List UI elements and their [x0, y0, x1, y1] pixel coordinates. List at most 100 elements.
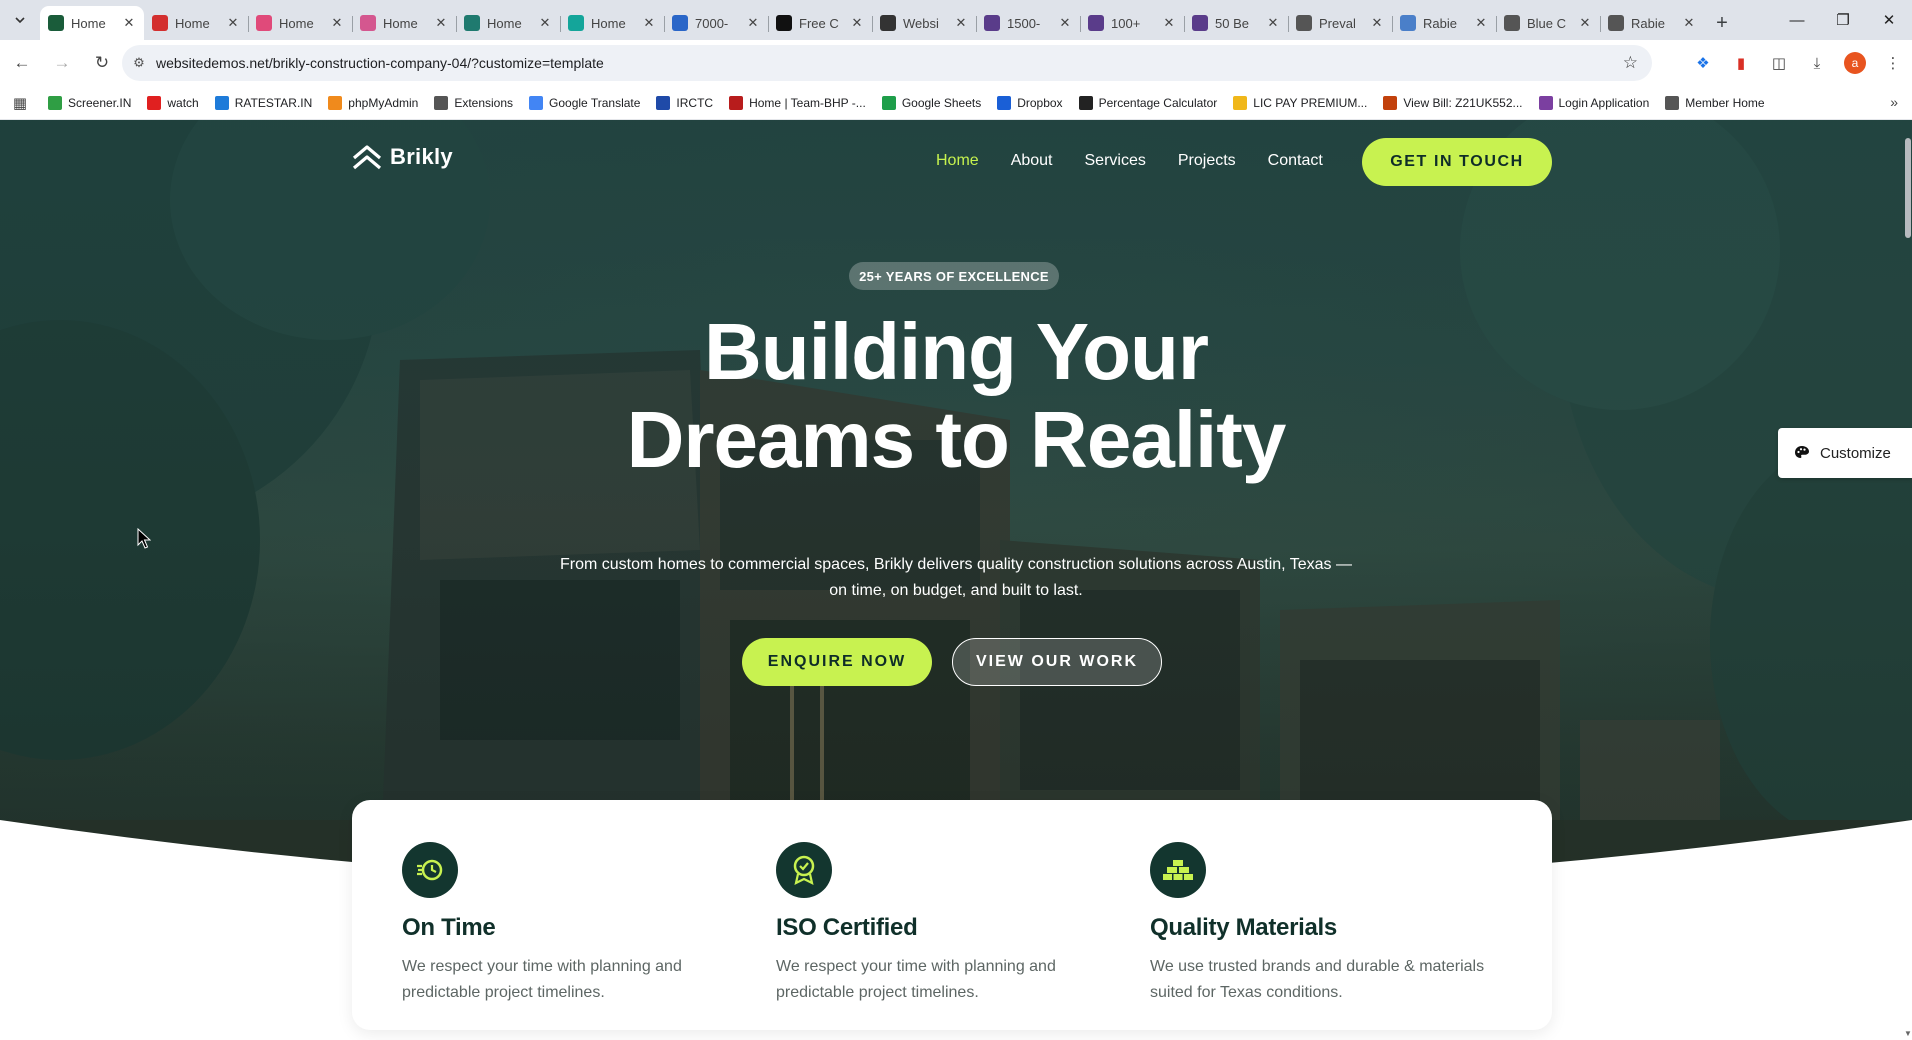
- phpmyadmin-icon: [328, 95, 343, 110]
- page-viewport: Brikly Home About Services Projects Cont…: [0, 120, 1912, 1040]
- tab-close-icon[interactable]: ✕: [1162, 15, 1176, 31]
- nav-contact[interactable]: Contact: [1268, 152, 1323, 170]
- browser-tab[interactable]: Rabie ✕: [1600, 6, 1704, 40]
- bookmark-item[interactable]: Dropbox: [989, 90, 1070, 116]
- extension-blue-icon[interactable]: ❖: [1684, 45, 1722, 81]
- bookmark-label: Login Application: [1558, 95, 1650, 110]
- browser-tab[interactable]: Free C ✕: [768, 6, 872, 40]
- tab-close-icon[interactable]: ✕: [642, 15, 656, 31]
- tab-close-icon[interactable]: ✕: [1474, 15, 1488, 31]
- teambhp-icon: [729, 95, 744, 110]
- bookmark-item[interactable]: RATESTAR.IN: [207, 90, 321, 116]
- browser-tab[interactable]: Rabie ✕: [1392, 6, 1496, 40]
- view-our-work-button[interactable]: VIEW OUR WORK: [952, 638, 1162, 686]
- bookmark-item[interactable]: Home | Team-BHP -...: [721, 90, 874, 116]
- bookmark-item[interactable]: IRCTC: [648, 90, 721, 116]
- tab-close-icon[interactable]: ✕: [330, 15, 344, 31]
- browser-tab[interactable]: Home ✕: [456, 6, 560, 40]
- scroll-down-arrow-icon[interactable]: ▼: [1904, 1029, 1912, 1038]
- browser-tab[interactable]: 100+ ✕: [1080, 6, 1184, 40]
- brikly-logo-icon: [352, 145, 382, 170]
- browser-tab[interactable]: Home ✕: [248, 6, 352, 40]
- tab-close-icon[interactable]: ✕: [226, 15, 240, 31]
- tab-title: 7000-: [695, 15, 729, 31]
- address-url[interactable]: websitedemos.net/brikly-construction-com…: [156, 55, 604, 71]
- extension-red-icon[interactable]: ▮: [1722, 45, 1760, 81]
- bookmark-item[interactable]: View Bill: Z21UK552...: [1375, 90, 1530, 116]
- feature-title: Quality Materials: [1150, 914, 1337, 941]
- tab-title: Blue C: [1527, 15, 1567, 31]
- tab-close-icon[interactable]: ✕: [434, 15, 448, 31]
- apps-grid-icon[interactable]: ▦: [0, 94, 40, 112]
- address-bar[interactable]: ⚙ websitedemos.net/brikly-construction-c…: [122, 45, 1652, 81]
- forward-icon[interactable]: →: [44, 45, 80, 81]
- bookmark-item[interactable]: Percentage Calculator: [1071, 90, 1226, 116]
- restore-icon[interactable]: ❐: [1820, 0, 1866, 40]
- get-in-touch-button[interactable]: GET IN TOUCH: [1362, 138, 1552, 186]
- bookmark-label: phpMyAdmin: [348, 95, 419, 110]
- extensions-puzzle-icon[interactable]: ◫: [1760, 45, 1798, 81]
- nav-projects[interactable]: Projects: [1178, 152, 1236, 170]
- feature-text: We use trusted brands and durable & mate…: [1150, 958, 1485, 1001]
- new-tab-button[interactable]: +: [1704, 6, 1740, 40]
- tab-search-icon[interactable]: [0, 0, 40, 40]
- bookmark-item[interactable]: watch: [139, 90, 206, 116]
- bricks-icon: [1150, 842, 1206, 898]
- customize-label: Customize: [1820, 444, 1891, 462]
- profile-avatar[interactable]: a: [1844, 52, 1866, 74]
- customize-button[interactable]: Customize: [1778, 428, 1912, 478]
- globe-icon: [1665, 95, 1680, 110]
- browser-tab[interactable]: Home ✕: [144, 6, 248, 40]
- tab-close-icon[interactable]: ✕: [1058, 15, 1072, 31]
- bookmark-item[interactable]: Screener.IN: [40, 90, 139, 116]
- browser-tab[interactable]: 7000- ✕: [664, 6, 768, 40]
- tab-close-icon[interactable]: ✕: [746, 15, 760, 31]
- browser-tab[interactable]: Home ✕: [40, 6, 144, 40]
- scrollbar-thumb[interactable]: [1905, 138, 1911, 238]
- bookmark-item[interactable]: Login Application: [1531, 90, 1658, 116]
- page-scrollbar[interactable]: ▼: [1904, 120, 1912, 1040]
- bookmark-star-icon[interactable]: ☆: [1623, 53, 1638, 73]
- browser-tab[interactable]: Preval ✕: [1288, 6, 1392, 40]
- menu-kebab-icon[interactable]: ⋮: [1874, 45, 1912, 81]
- enquire-now-button[interactable]: ENQUIRE NOW: [742, 638, 932, 686]
- tab-close-icon[interactable]: ✕: [1370, 15, 1384, 31]
- minimize-icon[interactable]: —: [1774, 0, 1820, 40]
- back-icon[interactable]: ←: [4, 45, 40, 81]
- tab-close-icon[interactable]: ✕: [850, 15, 864, 31]
- tab-close-icon[interactable]: ✕: [954, 15, 968, 31]
- nav-services[interactable]: Services: [1085, 152, 1146, 170]
- close-window-icon[interactable]: ✕: [1866, 0, 1912, 40]
- tab-close-icon[interactable]: ✕: [122, 15, 136, 31]
- feature-title: ISO Certified: [776, 914, 918, 941]
- bookmark-item[interactable]: Google Sheets: [874, 90, 989, 116]
- tab-close-icon[interactable]: ✕: [1266, 15, 1280, 31]
- downloads-icon[interactable]: ⤓: [1798, 45, 1836, 81]
- headline-line-2: Dreams to Reality: [626, 395, 1287, 484]
- bookmarks-overflow-icon[interactable]: »: [1890, 94, 1898, 110]
- browser-tab[interactable]: Home ✕: [560, 6, 664, 40]
- site-logo[interactable]: Brikly: [352, 144, 453, 170]
- bookmark-item[interactable]: Member Home: [1657, 90, 1772, 116]
- browser-tab[interactable]: Home ✕: [352, 6, 456, 40]
- wix-icon: [880, 15, 896, 31]
- nav-home[interactable]: Home: [936, 152, 979, 170]
- bookmark-item[interactable]: phpMyAdmin: [320, 90, 426, 116]
- nav-about[interactable]: About: [1011, 152, 1053, 170]
- tab-close-icon[interactable]: ✕: [1578, 15, 1592, 31]
- site-info-icon[interactable]: ⚙: [122, 55, 156, 71]
- bookmark-item[interactable]: Extensions: [426, 90, 521, 116]
- browser-tab[interactable]: Websi ✕: [872, 6, 976, 40]
- tab-title: Home: [175, 15, 210, 31]
- browser-tab[interactable]: 1500- ✕: [976, 6, 1080, 40]
- bookmark-item[interactable]: LIC PAY PREMIUM...: [1225, 90, 1375, 116]
- tab-close-icon[interactable]: ✕: [1682, 15, 1696, 31]
- browser-tab[interactable]: Blue C ✕: [1496, 6, 1600, 40]
- reload-icon[interactable]: ↻: [84, 45, 120, 81]
- dropbox-icon: [997, 95, 1012, 110]
- bookmark-item[interactable]: Google Translate: [521, 90, 648, 116]
- browser-tab-strip: Home ✕ Home ✕ Home ✕ Home ✕ Home ✕ Home ✕ 7000- ✕ Free…: [0, 0, 1912, 40]
- browser-tab[interactable]: 50 Be ✕: [1184, 6, 1288, 40]
- tab-close-icon[interactable]: ✕: [538, 15, 552, 31]
- bookmark-label: Google Sheets: [901, 95, 982, 110]
